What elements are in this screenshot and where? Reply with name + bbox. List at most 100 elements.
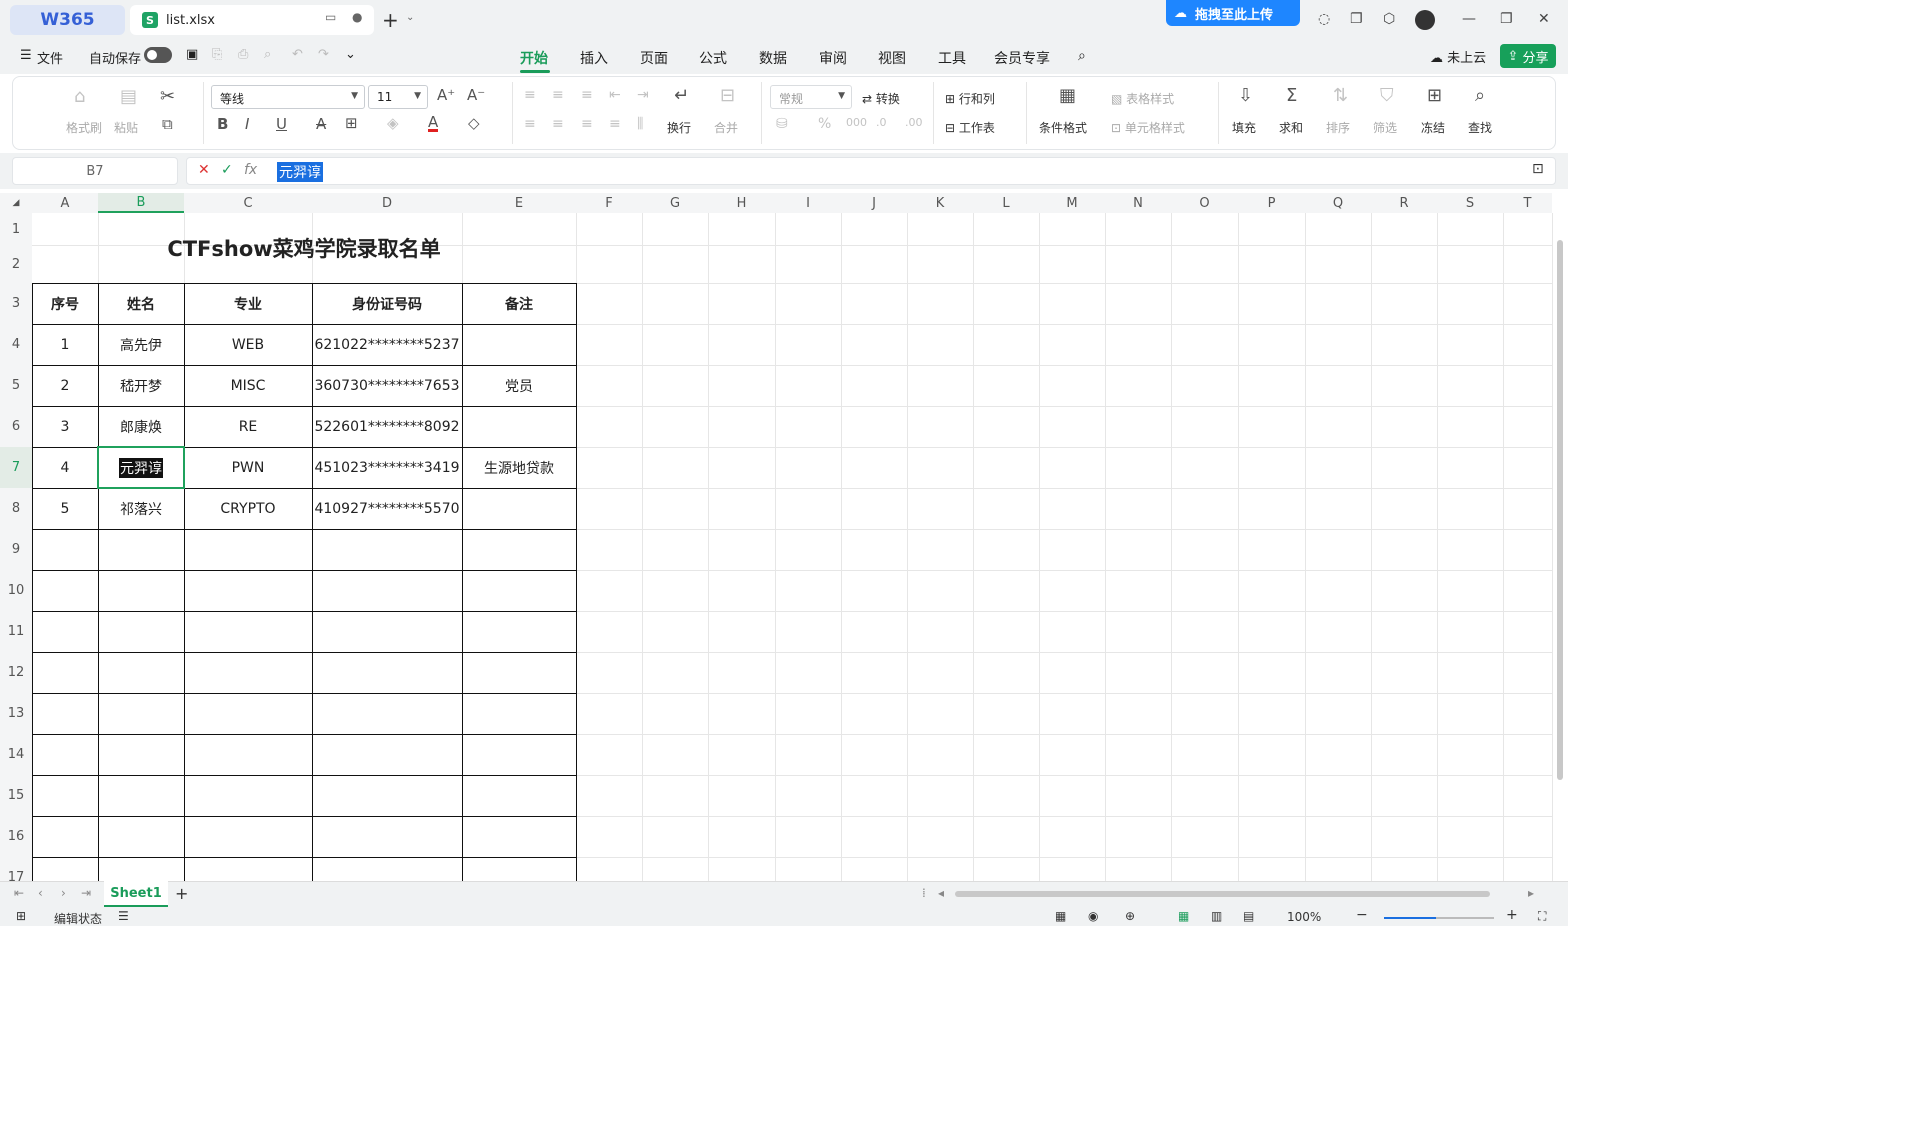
table-cell[interactable]: 2 — [32, 365, 98, 406]
column-header[interactable]: H — [708, 193, 775, 213]
zoom-level[interactable]: 100% — [1287, 910, 1321, 924]
tab-home[interactable]: 开始 — [520, 48, 548, 68]
table-cell[interactable] — [462, 324, 576, 365]
column-header[interactable]: C — [184, 193, 312, 213]
row-header[interactable]: 17 — [0, 857, 32, 881]
bold-icon[interactable]: B — [217, 117, 228, 132]
horizontal-scrollbar[interactable] — [955, 891, 1490, 897]
table-header-cell[interactable]: 身份证号码 — [312, 283, 462, 324]
avatar[interactable] — [1415, 10, 1435, 30]
autosave-toggle[interactable] — [144, 47, 172, 63]
row-header[interactable]: 1 — [0, 213, 32, 245]
tab-data[interactable]: 数据 — [759, 48, 787, 68]
column-header[interactable]: J — [841, 193, 907, 213]
column-header[interactable]: O — [1171, 193, 1238, 213]
prev-sheet-icon[interactable]: ‹ — [38, 886, 43, 900]
sort-button[interactable]: 排序 — [1326, 119, 1350, 136]
table-cell[interactable]: MISC — [184, 365, 312, 406]
format-painter-button[interactable]: 格式刷 — [66, 119, 102, 136]
page-break-icon[interactable]: ▤ — [1243, 909, 1254, 923]
paste-icon[interactable]: ▤ — [120, 88, 137, 106]
table-header-cell[interactable]: 姓名 — [98, 283, 184, 324]
upload-drop-button[interactable]: ☁ 拖拽至此上传 — [1166, 0, 1300, 26]
column-header[interactable]: B — [98, 193, 184, 213]
table-cell[interactable]: 党员 — [462, 365, 576, 406]
row-header[interactable]: 13 — [0, 693, 32, 734]
freeze-button[interactable]: 冻结 — [1421, 119, 1445, 136]
column-header[interactable]: R — [1371, 193, 1437, 213]
table-header-cell[interactable]: 序号 — [32, 283, 98, 324]
select-all-corner[interactable]: ◢ — [0, 193, 32, 213]
column-header[interactable]: F — [576, 193, 642, 213]
minimize-icon[interactable]: — — [1462, 11, 1476, 27]
format-painter-icon[interactable]: ⌂ — [74, 88, 85, 106]
row-header[interactable]: 5 — [0, 365, 32, 406]
cut-icon[interactable]: ✂ — [160, 88, 175, 106]
border-icon[interactable]: ⊞ — [345, 116, 358, 131]
filter-button[interactable]: 筛选 — [1373, 119, 1397, 136]
column-header[interactable]: N — [1105, 193, 1171, 213]
column-header[interactable]: I — [775, 193, 841, 213]
wrap-text-icon[interactable]: ↵ — [674, 87, 689, 105]
print-preview-icon[interactable]: ⌕ — [264, 47, 271, 62]
zoom-in-icon[interactable]: + — [1506, 907, 1518, 923]
unsaved-dot-icon[interactable]: ● — [352, 10, 362, 24]
undo-icon[interactable]: ↶ — [292, 47, 303, 62]
fill-icon[interactable]: ⇩ — [1238, 87, 1253, 105]
tab-tools[interactable]: 工具 — [938, 48, 966, 68]
row-header[interactable]: 9 — [0, 529, 32, 570]
copy-icon[interactable]: ⧉ — [162, 117, 173, 132]
worksheet-button[interactable]: ⊟ 工作表 — [945, 119, 995, 136]
table-cell[interactable]: 4 — [32, 447, 98, 488]
zoom-slider[interactable] — [1384, 917, 1494, 919]
share-button[interactable]: ⇪ 分享 — [1500, 44, 1556, 68]
table-style-button[interactable]: ▧ 表格样式 — [1111, 90, 1174, 107]
table-cell[interactable]: 522601********8092 — [312, 406, 462, 447]
close-icon[interactable]: ✕ — [1538, 11, 1550, 27]
strikethrough-icon[interactable]: A — [316, 117, 326, 132]
restore-icon[interactable]: ❐ — [1500, 11, 1513, 27]
file-menu[interactable]: 文件 — [37, 48, 63, 67]
chevron-down-icon[interactable]: ⌄ — [406, 12, 414, 23]
home-tab[interactable]: W365 — [10, 5, 125, 35]
tab-member[interactable]: 会员专享 — [994, 48, 1050, 68]
window-icon[interactable]: ❐ — [1350, 11, 1363, 27]
new-tab-icon[interactable]: + — [382, 8, 399, 32]
align-left-icon[interactable]: ≡ — [524, 117, 536, 131]
row-header[interactable]: 10 — [0, 570, 32, 611]
table-view-icon[interactable]: ▦ — [1055, 909, 1066, 923]
cube-icon[interactable]: ⬡ — [1383, 11, 1395, 27]
merge-icon[interactable]: ⊟ — [720, 87, 735, 105]
add-sheet-icon[interactable]: + — [175, 884, 188, 903]
indent-increase-icon[interactable]: ⇥ — [637, 88, 649, 102]
table-cell[interactable]: 嵇开梦 — [98, 365, 184, 406]
table-cell[interactable]: RE — [184, 406, 312, 447]
search-icon[interactable]: ⌕ — [1078, 48, 1086, 64]
row-header[interactable]: 2 — [0, 245, 32, 283]
table-cell[interactable]: 3 — [32, 406, 98, 447]
table-cell[interactable]: 祁落兴 — [98, 488, 184, 529]
page-layout-icon[interactable]: ▥ — [1211, 909, 1222, 923]
currency-icon[interactable]: ⛁ — [776, 117, 788, 131]
macro-icon[interactable]: ⊞ — [16, 909, 26, 923]
sum-icon[interactable]: Σ — [1286, 87, 1297, 105]
column-header[interactable]: D — [312, 193, 462, 213]
table-cell[interactable]: PWN — [184, 447, 312, 488]
sheet-title[interactable]: CTFshow菜鸡学院录取名单 — [32, 213, 576, 283]
decrease-decimal-icon[interactable]: .00 — [905, 117, 923, 128]
export-icon[interactable]: ⎘ — [212, 47, 222, 62]
redo-icon[interactable]: ↷ — [318, 47, 329, 62]
freeze-icon[interactable]: ⊞ — [1427, 87, 1442, 105]
merge-button[interactable]: 合并 — [714, 119, 738, 136]
row-header[interactable]: 3 — [0, 283, 32, 324]
column-header[interactable]: L — [973, 193, 1039, 213]
find-button[interactable]: 查找 — [1468, 119, 1492, 136]
paste-button[interactable]: 粘贴 — [114, 119, 138, 136]
convert-button[interactable]: ⇄ 转换 — [862, 90, 900, 107]
notes-icon[interactable]: ☰ — [118, 909, 129, 923]
tab-page[interactable]: 页面 — [640, 48, 668, 68]
column-header[interactable]: G — [642, 193, 708, 213]
tab-view[interactable]: 视图 — [878, 48, 906, 68]
cancel-icon[interactable]: ✕ — [198, 162, 210, 178]
monitor-icon[interactable]: ▭ — [325, 10, 336, 24]
